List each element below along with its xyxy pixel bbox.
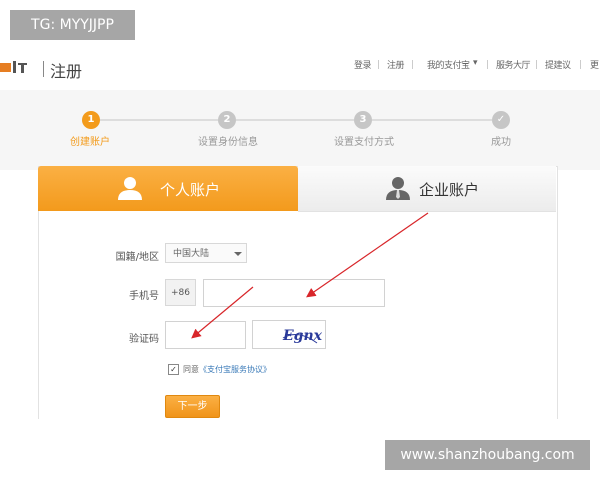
business-person-icon — [386, 177, 410, 200]
nav-divider — [580, 60, 581, 69]
tab-company-label: 企业账户 — [419, 181, 480, 199]
service-agreement-link[interactable]: 《支付宝服务协议》 — [199, 365, 271, 374]
step-connector — [372, 119, 492, 121]
person-icon — [118, 177, 142, 200]
watermark-bottom-right: www.shanzhoubang.com — [385, 440, 590, 470]
my-alipay-link[interactable]: 我的支付宝 — [427, 58, 470, 71]
step-1-label: 创建账户 — [70, 137, 110, 148]
captcha-image[interactable]: Egnx — [252, 320, 326, 349]
captcha-graphic: Egnx — [282, 328, 323, 344]
step-connector — [100, 119, 218, 121]
chevron-down-icon — [234, 252, 242, 256]
code-label: 验证码 — [129, 334, 159, 345]
page-title: 注册 — [50, 62, 83, 81]
agreement-text: 同意《支付宝服务协议》 — [183, 364, 271, 375]
login-link[interactable]: 登录 — [354, 58, 372, 71]
watermark-top-left: TG: MYYJJPP — [10, 10, 135, 40]
nav-divider — [378, 60, 379, 69]
phone-input[interactable] — [203, 279, 385, 307]
service-hall-link[interactable]: 服务大厅 — [496, 58, 531, 71]
nav-divider — [487, 60, 488, 69]
step-2-label: 设置身份信息 — [198, 137, 258, 148]
suggestion-link[interactable]: 提建议 — [545, 58, 571, 71]
step-4-label: 成功 — [491, 137, 511, 148]
nav-divider — [536, 60, 537, 69]
agree-checkbox[interactable]: ✓ — [168, 364, 179, 375]
brand-logo — [0, 61, 27, 73]
phone-prefix: +86 — [165, 279, 196, 306]
phone-label: 手机号 — [129, 291, 159, 302]
progress-steps — [0, 90, 600, 170]
check-icon: ✓ — [492, 111, 510, 129]
verification-code-input[interactable] — [165, 321, 246, 349]
logo-divider — [43, 61, 44, 77]
more-link[interactable]: 更 — [590, 58, 599, 71]
nav-divider — [412, 60, 413, 69]
tab-personal-label: 个人账户 — [160, 181, 221, 199]
agree-prefix: 同意 — [183, 365, 199, 374]
step-connector — [236, 119, 354, 121]
step-2-indicator: 2 — [218, 111, 236, 129]
region-label: 国籍/地区 — [115, 252, 159, 263]
register-link[interactable]: 注册 — [387, 58, 405, 71]
chevron-down-icon: ▾ — [473, 58, 478, 68]
step-1-indicator: 1 — [82, 111, 100, 129]
next-step-button[interactable]: 下一步 — [165, 395, 220, 418]
step-3-indicator: 3 — [354, 111, 372, 129]
step-3-label: 设置支付方式 — [334, 137, 394, 148]
